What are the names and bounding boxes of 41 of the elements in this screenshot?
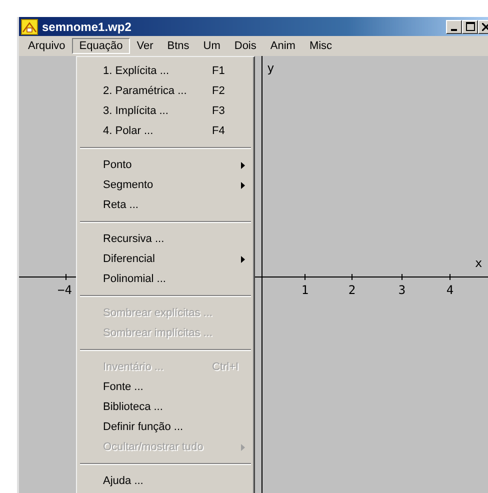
tick-label: 1 bbox=[301, 283, 309, 297]
menu-option[interactable]: Fonte ... bbox=[79, 377, 252, 397]
minimize-icon bbox=[451, 28, 457, 30]
axis-label: y bbox=[267, 61, 274, 75]
menu-option[interactable]: Ajuda ... bbox=[79, 471, 252, 491]
tick-label: 2 bbox=[348, 283, 356, 297]
menu-option[interactable]: Segmento bbox=[79, 175, 252, 195]
maximize-button[interactable] bbox=[462, 20, 478, 34]
submenu-arrow-icon bbox=[240, 162, 246, 168]
menu-option[interactable]: Definir função ... bbox=[79, 417, 252, 437]
menu-option[interactable]: Polinomial ... bbox=[79, 269, 252, 289]
menu-option[interactable]: Diferencial bbox=[79, 249, 252, 269]
menu-option[interactable]: 2. Paramétrica ... F2 bbox=[79, 81, 252, 101]
window-title: semnome1.wp2 bbox=[42, 20, 132, 34]
menu-option[interactable]: Biblioteca ... bbox=[79, 397, 252, 417]
axis-label: x bbox=[475, 256, 482, 270]
menu-option[interactable]: Reta ... bbox=[79, 195, 252, 215]
submenu-arrow-icon bbox=[240, 444, 246, 450]
menu-option[interactable]: Ponto bbox=[79, 155, 252, 175]
menu-item[interactable]: Ver bbox=[130, 38, 160, 54]
tick-label: 3 bbox=[398, 283, 406, 297]
menu-item[interactable]: Misc bbox=[302, 38, 340, 54]
menu-item[interactable]: Um bbox=[196, 38, 228, 54]
tick-label: 4 bbox=[446, 283, 454, 297]
menu-item[interactable]: Btns bbox=[160, 38, 196, 54]
submenu-arrow-icon bbox=[240, 182, 246, 188]
menu-option[interactable]: 1. Explícita ... F1 bbox=[79, 61, 252, 81]
submenu-arrow-icon bbox=[240, 256, 246, 262]
menu-item[interactable]: Dois bbox=[227, 38, 264, 54]
tick-mark bbox=[304, 274, 306, 280]
minimize-button[interactable] bbox=[446, 20, 462, 34]
menu-option[interactable]: 3. Implícita ... F3 bbox=[79, 101, 252, 121]
close-icon bbox=[482, 22, 488, 30]
menu-item[interactable]: Equação bbox=[72, 38, 130, 54]
menu-option[interactable]: 4. Polar ... F4 bbox=[79, 121, 252, 141]
menu-option[interactable]: Recursiva ... bbox=[79, 229, 252, 249]
app-icon bbox=[21, 18, 38, 34]
menu-item[interactable]: Anim bbox=[263, 38, 302, 54]
maximize-icon bbox=[466, 22, 474, 31]
menu-item[interactable]: Arquivo bbox=[21, 38, 72, 54]
tick-label: −4 bbox=[58, 283, 72, 297]
